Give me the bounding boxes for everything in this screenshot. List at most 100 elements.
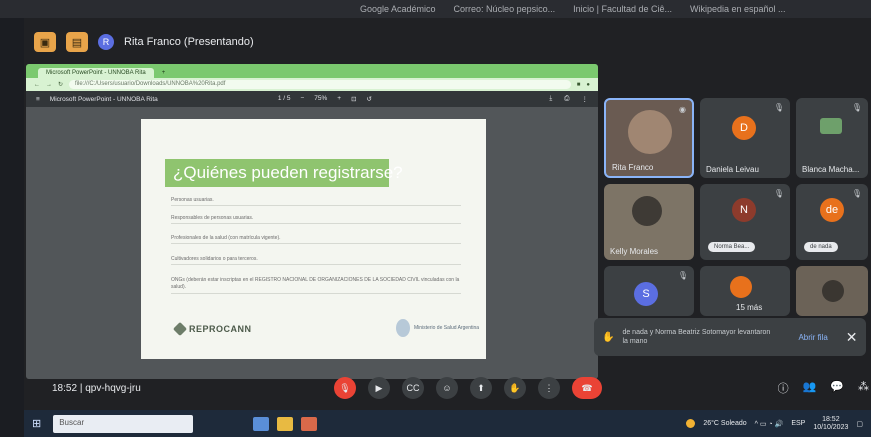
more-icon[interactable]: ⋮: [582, 95, 589, 103]
participant-name: Kelly Morales: [610, 247, 659, 256]
slide-bullet: ONGs (deberán estar inscriptas en el REG…: [171, 277, 461, 294]
video-feed: [822, 280, 844, 302]
windows-taskbar: ⊞ Buscar 26°C Soleado ^ ▭ ◔ 🔊 ESP 18:52 …: [24, 410, 871, 437]
browser-tab[interactable]: Microsoft PowerPoint - UNNOBA Rita: [38, 68, 154, 78]
clock-date: 10/10/2023: [813, 423, 849, 431]
open-queue-button[interactable]: Abrir fila: [798, 333, 827, 342]
mic-off-icon: 🎙: [851, 103, 862, 112]
raise-hand-button[interactable]: ✋: [504, 377, 526, 399]
people-icon[interactable]: 👥: [803, 380, 817, 396]
file-explorer-icon[interactable]: [253, 416, 270, 431]
mic-off-icon: 🎙: [851, 189, 862, 198]
emoji-button[interactable]: ☺: [436, 377, 458, 399]
participant-avatar: N: [732, 198, 756, 222]
bookmarks-bar: Google Académico Correo: Núcleo pepsico.…: [0, 0, 871, 18]
captions-button[interactable]: CC: [402, 377, 424, 399]
mic-off-icon: 🎙: [773, 103, 784, 112]
address-bar[interactable]: file:///C:/Users/usuario/Downloads/UNNOB…: [69, 80, 571, 89]
video-feed: [632, 196, 662, 226]
slide-page: ¿Quiénes pueden registrarse? Personas us…: [141, 119, 486, 359]
seal-icon: [396, 319, 410, 337]
forward-icon[interactable]: →: [46, 82, 52, 88]
activities-icon[interactable]: ⁂: [858, 380, 869, 396]
leaf-icon: [172, 321, 188, 337]
participant-tile[interactable]: S 🎙: [604, 266, 694, 316]
zoom-in-icon[interactable]: +: [337, 95, 341, 103]
slide-bullet: Personas usuarias.: [171, 197, 461, 206]
folder-icon[interactable]: [277, 416, 294, 431]
taskbar-search[interactable]: Buscar: [53, 414, 194, 433]
participant-avatar: D: [732, 116, 756, 140]
participant-tile[interactable]: [796, 266, 868, 316]
layout-icon[interactable]: ▤: [66, 32, 88, 52]
participant-tile[interactable]: Kelly Morales: [604, 184, 694, 260]
notifications-icon[interactable]: ▢: [856, 420, 863, 428]
present-button[interactable]: ⬆: [470, 377, 492, 399]
new-tab-icon[interactable]: +: [154, 68, 174, 78]
tray-icons[interactable]: ^ ▭ ◔ 🔊: [755, 420, 784, 428]
slide-bullet: Cultivadores solidarios o para terceros.: [171, 256, 461, 265]
participant-name: Rita Franco: [612, 163, 654, 172]
reprocann-logo: REPROCANN: [172, 321, 252, 337]
clock[interactable]: 18:52 10/10/2023: [813, 416, 848, 432]
extensions-icon[interactable]: ■: [577, 82, 581, 88]
end-call-button[interactable]: ☎: [572, 377, 602, 399]
participant-name: Daniela Leivau: [706, 165, 759, 174]
participant-tile[interactable]: N 🎙 Norma Bea...: [700, 184, 790, 260]
hand-icon: ✋: [602, 331, 615, 343]
participant-tile[interactable]: D 🎙 Daniela Leivau: [700, 98, 790, 178]
meet-window: ▣ ▤ R Rita Franco (Presentando) Microsof…: [24, 18, 871, 437]
more-count: 15 más: [736, 303, 763, 312]
profile-icon[interactable]: ●: [586, 82, 590, 88]
mic-off-button[interactable]: 🎙: [334, 377, 356, 399]
raised-hand-badge: Norma Bea...: [708, 242, 756, 252]
more-options-button[interactable]: ⋮: [538, 377, 560, 399]
mic-off-icon: 🎙: [773, 189, 784, 198]
language-indicator[interactable]: ESP: [791, 420, 805, 427]
windows-start-icon[interactable]: ⊞: [32, 417, 41, 430]
close-icon[interactable]: ✕: [846, 329, 858, 346]
meeting-info: 18:52 | qpv-hqvg-jru: [52, 383, 141, 394]
presenter-label: Rita Franco (Presentando): [124, 36, 254, 48]
chrome-icon[interactable]: [301, 416, 318, 431]
more-participants-tile[interactable]: 15 más: [700, 266, 790, 316]
shared-screen: Microsoft PowerPoint - UNNOBA Rita + ← →…: [26, 64, 598, 379]
speaking-icon: ◉: [679, 105, 686, 114]
participant-name: Blanca Macha...: [802, 165, 860, 174]
meeting-code: qpv-hqvg-jru: [85, 382, 141, 394]
ministry-logo: Ministerio de Salud Argentina: [396, 319, 479, 337]
participant-image: [820, 118, 842, 134]
page-indicator[interactable]: 1 / 5: [278, 95, 291, 103]
meeting-time: 18:52: [52, 382, 78, 394]
bookmark[interactable]: Inicio | Facultad de Ciê...: [573, 4, 672, 14]
download-icon[interactable]: ⤓: [549, 95, 552, 103]
slide-title: ¿Quiénes pueden registrarse?: [165, 159, 403, 187]
back-icon[interactable]: ←: [34, 82, 40, 88]
participant-tile[interactable]: de 🎙 de nada: [796, 184, 868, 260]
reprocann-text: REPROCANN: [189, 324, 252, 334]
menu-icon[interactable]: ≡: [36, 96, 40, 103]
system-tray: 26°C Soleado ^ ▭ ◔ 🔊 ESP 18:52 10/10/202…: [686, 416, 863, 432]
clock-time: 18:52: [822, 415, 840, 423]
pdf-viewport[interactable]: ¿Quiénes pueden registrarse? Personas us…: [26, 107, 598, 379]
rotate-icon[interactable]: ↺: [367, 95, 372, 103]
bookmark[interactable]: Correo: Núcleo pepsico...: [454, 4, 556, 14]
present-icon[interactable]: ▣: [34, 32, 56, 52]
zoom-level[interactable]: 75%: [314, 95, 327, 103]
bookmark[interactable]: Google Académico: [360, 4, 436, 14]
camera-button[interactable]: ▶: [368, 377, 390, 399]
weather-text[interactable]: 26°C Soleado: [703, 420, 746, 427]
slide-bullet: Responsables de personas usuarias.: [171, 215, 461, 224]
reload-icon[interactable]: ↻: [58, 81, 63, 88]
participant-avatar: de: [820, 198, 844, 222]
bookmark[interactable]: Wikipedia en español ...: [690, 4, 786, 14]
info-icon[interactable]: ⓘ: [778, 380, 789, 396]
chat-icon[interactable]: 💬: [830, 380, 844, 396]
participant-tile[interactable]: ◉ Rita Franco: [604, 98, 694, 178]
zoom-out-icon[interactable]: −: [300, 95, 304, 103]
weather-icon: [686, 419, 696, 428]
fit-page-icon[interactable]: ⊡: [351, 95, 356, 103]
participant-tile[interactable]: 🎙 Blanca Macha...: [796, 98, 868, 178]
toast-message: de nada y Norma Beatriz Sotomayor levant…: [622, 329, 771, 345]
print-icon[interactable]: ⎙: [564, 95, 569, 103]
